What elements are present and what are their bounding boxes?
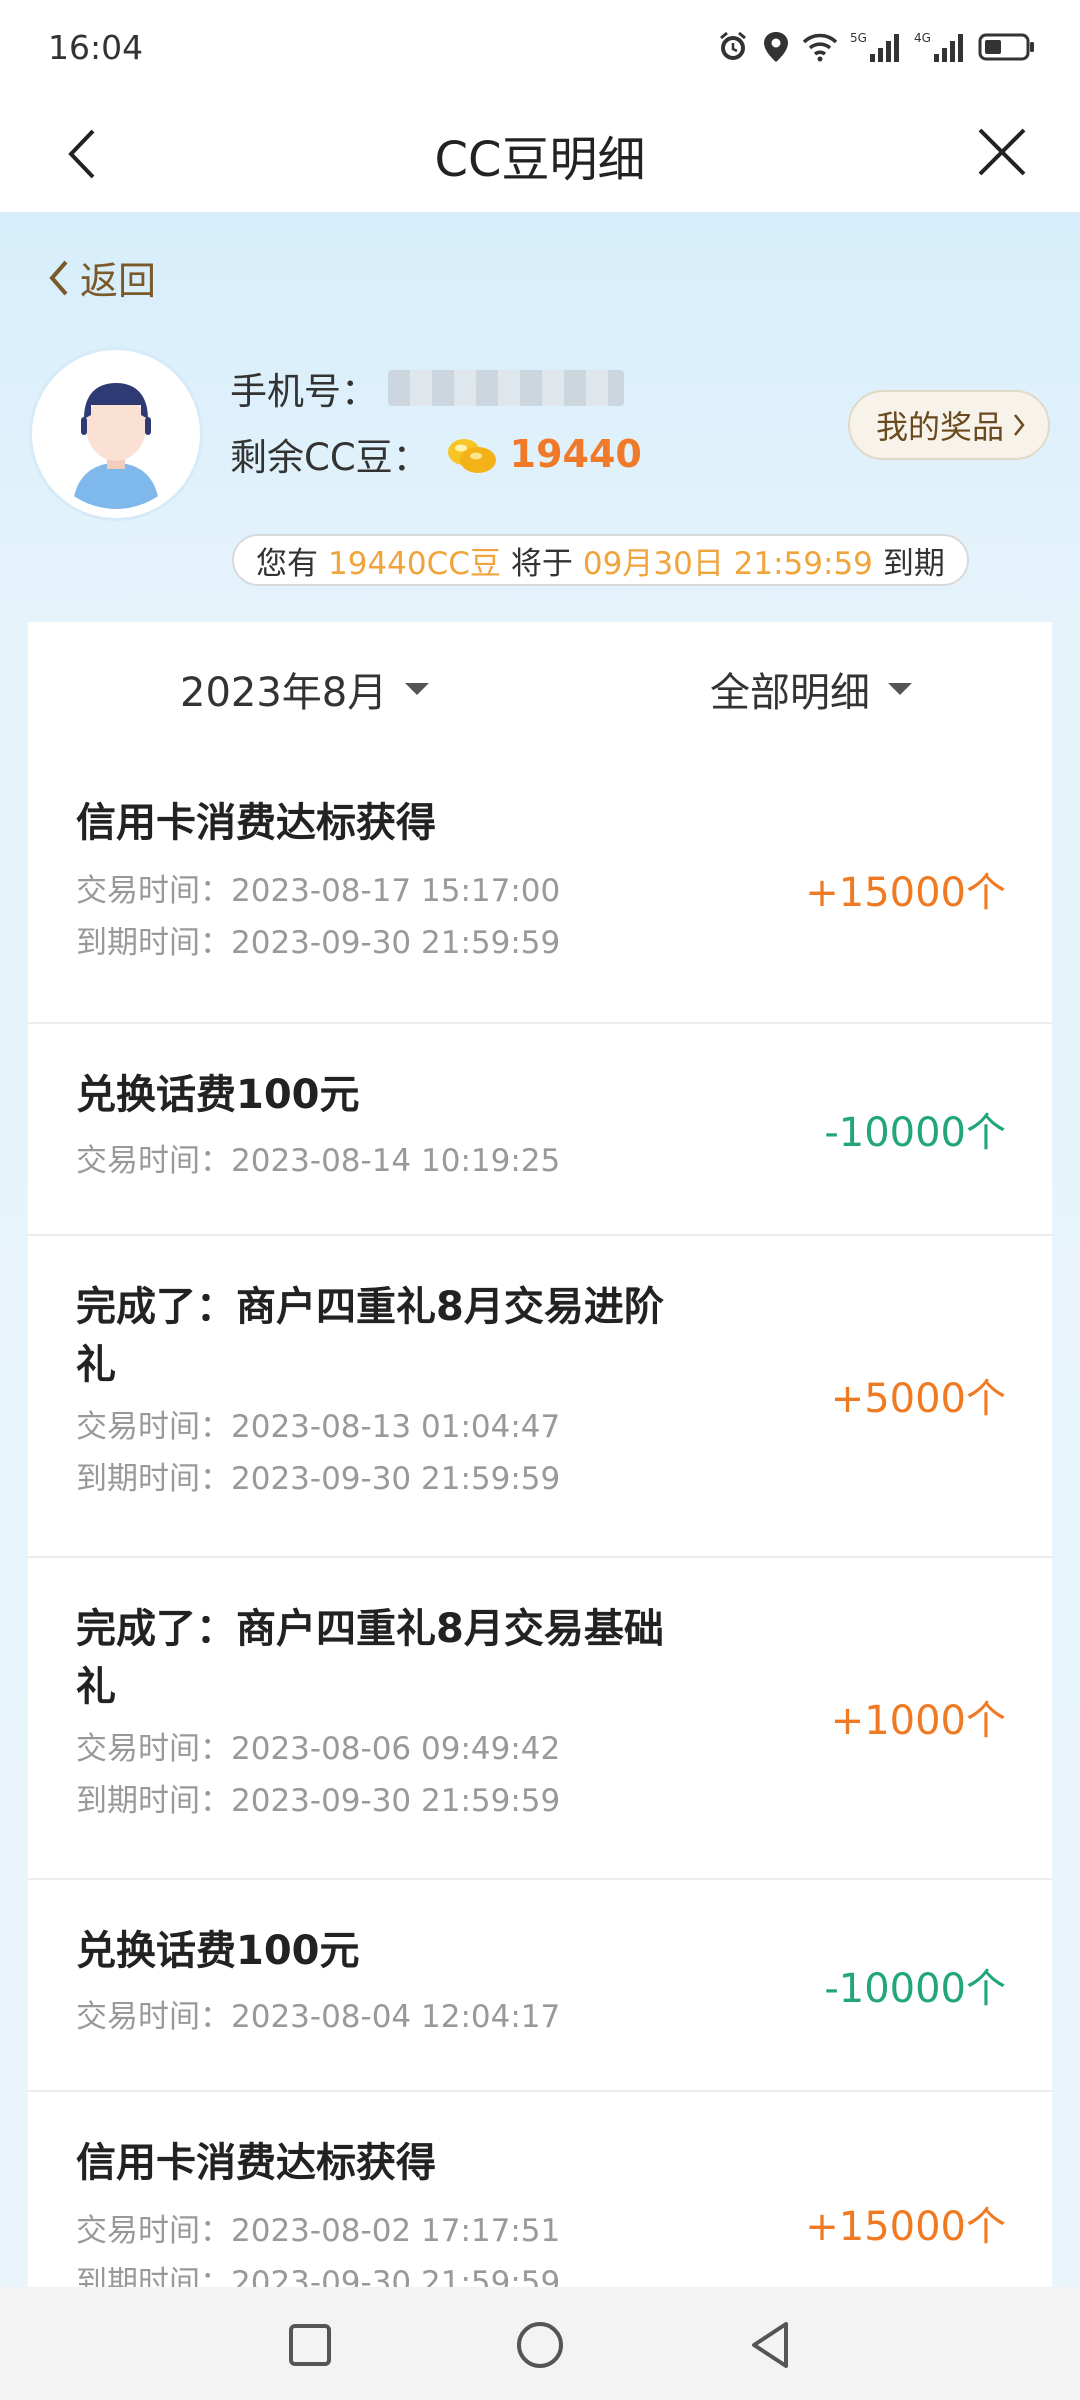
nav-close-button[interactable]: [970, 120, 1034, 184]
chevron-left-icon: [49, 260, 68, 295]
beans-row: 剩余CC豆： 19440: [230, 422, 642, 486]
record-item[interactable]: 完成了：商户四重礼8月交易进阶礼 交易时间：2023-08-13 01:04:4…: [28, 1236, 1052, 1558]
status-icons: 5G 4G: [716, 30, 1036, 64]
type-filter[interactable]: 全部明细: [710, 660, 912, 718]
record-title: 信用卡消费达标获得: [76, 2140, 436, 2186]
expire-date: 09月30日 21:59:59: [582, 545, 873, 582]
phone-label: 手机号：: [230, 370, 378, 413]
record-item[interactable]: 兑换话费100元 交易时间：2023-08-14 10:19:25 -10000…: [28, 1024, 1052, 1236]
record-expire-time: 到期时间：2023-09-30 21:59:59: [76, 2265, 561, 2287]
record-title: 兑换话费100元: [76, 1072, 360, 1118]
beans-label: 剩余CC豆：: [230, 436, 430, 479]
title-bar: CC豆明细: [0, 96, 1080, 212]
location-icon: [762, 30, 790, 64]
record-amount: -10000个: [824, 1110, 1006, 1156]
back-triangle-icon: [752, 2322, 788, 2368]
home-button[interactable]: [510, 2315, 570, 2375]
status-bar: 16:04 5G 4G: [0, 0, 1080, 96]
expire-prefix: 您有: [256, 545, 318, 582]
cc-bean-icon: [442, 432, 500, 476]
record-expire-time: 到期时间：2023-09-30 21:59:59: [76, 925, 561, 961]
record-title: 兑换话费100元: [76, 1928, 360, 1974]
type-filter-label: 全部明细: [710, 670, 870, 716]
signal-4g-icon: 4G: [914, 30, 966, 64]
record-trade-time: 交易时间：2023-08-02 17:17:51: [76, 2213, 561, 2249]
battery-icon: [978, 32, 1036, 62]
record-trade-time: 交易时间：2023-08-17 15:17:00: [76, 873, 561, 909]
month-filter[interactable]: 2023年8月: [180, 660, 430, 718]
main-content: 返回 手机号： 剩余CC豆： 19440 我的奖品 您有 19440CC豆 将于…: [0, 212, 1080, 2287]
my-prizes-label: 我的奖品: [875, 408, 1004, 446]
close-icon: [978, 128, 1026, 176]
back-button[interactable]: [740, 2315, 800, 2375]
beans-count: 19440: [509, 432, 642, 476]
record-trade-time: 交易时间：2023-08-06 09:49:42: [76, 1731, 561, 1767]
record-title: 完成了：商户四重礼8月交易进阶礼: [76, 1284, 664, 1388]
record-amount: -10000个: [824, 1966, 1006, 2012]
return-label: 返回: [80, 259, 157, 303]
record-amount: +5000个: [830, 1376, 1006, 1422]
record-title: 完成了：商户四重礼8月交易基础礼: [76, 1606, 664, 1710]
my-prizes-button[interactable]: 我的奖品: [847, 390, 1050, 460]
record-expire-time: 到期时间：2023-09-30 21:59:59: [76, 1783, 561, 1819]
record-item[interactable]: 兑换话费100元 交易时间：2023-08-04 12:04:17 -10000…: [28, 1880, 1052, 2092]
chevron-right-icon: [1014, 414, 1025, 436]
wifi-icon: [802, 32, 838, 62]
expire-middle: 将于: [510, 545, 573, 582]
filter-bar: 2023年8月 全部明细: [28, 622, 1052, 760]
user-avatar-icon: [41, 359, 191, 509]
record-trade-time: 交易时间：2023-08-13 01:04:47: [76, 1409, 561, 1445]
caret-down-icon: [888, 683, 912, 695]
record-item[interactable]: 信用卡消费达标获得 交易时间：2023-08-02 17:17:51 到期时间：…: [28, 2092, 1052, 2287]
record-item[interactable]: 完成了：商户四重礼8月交易基础礼 交易时间：2023-08-06 09:49:4…: [28, 1558, 1052, 1880]
record-amount: +15000个: [805, 2204, 1006, 2250]
record-title: 信用卡消费达标获得: [76, 800, 436, 846]
recents-button[interactable]: [280, 2315, 340, 2375]
return-link[interactable]: 返回: [48, 250, 156, 305]
phone-number-masked: [388, 370, 624, 406]
svg-text:4G: 4G: [914, 31, 931, 45]
expire-amount: 19440CC豆: [328, 545, 501, 582]
record-amount: +15000个: [805, 870, 1006, 916]
month-filter-label: 2023年8月: [180, 670, 388, 716]
avatar: [32, 350, 200, 518]
signal-5g-icon: 5G: [850, 30, 902, 64]
user-info: 手机号： 剩余CC豆： 19440: [230, 360, 642, 486]
caret-down-icon: [405, 683, 430, 695]
record-expire-time: 到期时间：2023-09-30 21:59:59: [76, 1461, 561, 1497]
system-nav-bar: [0, 2287, 1080, 2400]
record-trade-time: 交易时间：2023-08-04 12:04:17: [76, 1999, 561, 2035]
status-time: 16:04: [48, 28, 144, 67]
phone-row: 手机号：: [230, 360, 642, 416]
record-amount: +1000个: [830, 1698, 1006, 1744]
recents-square-icon: [289, 2324, 331, 2366]
expire-suffix: 到期: [882, 545, 945, 582]
svg-text:5G: 5G: [850, 31, 867, 45]
page-title: CC豆明细: [434, 132, 646, 188]
expire-notice: 您有 19440CC豆 将于 09月30日 21:59:59 到期: [232, 534, 969, 586]
record-item[interactable]: 信用卡消费达标获得 交易时间：2023-08-17 15:17:00 到期时间：…: [28, 760, 1052, 1024]
alarm-icon: [716, 30, 750, 64]
record-trade-time: 交易时间：2023-08-14 10:19:25: [76, 1143, 561, 1179]
home-circle-icon: [517, 2322, 563, 2368]
records-list: 2023年8月 全部明细 信用卡消费达标获得 交易时间：2023-08-17 1…: [28, 622, 1052, 2287]
